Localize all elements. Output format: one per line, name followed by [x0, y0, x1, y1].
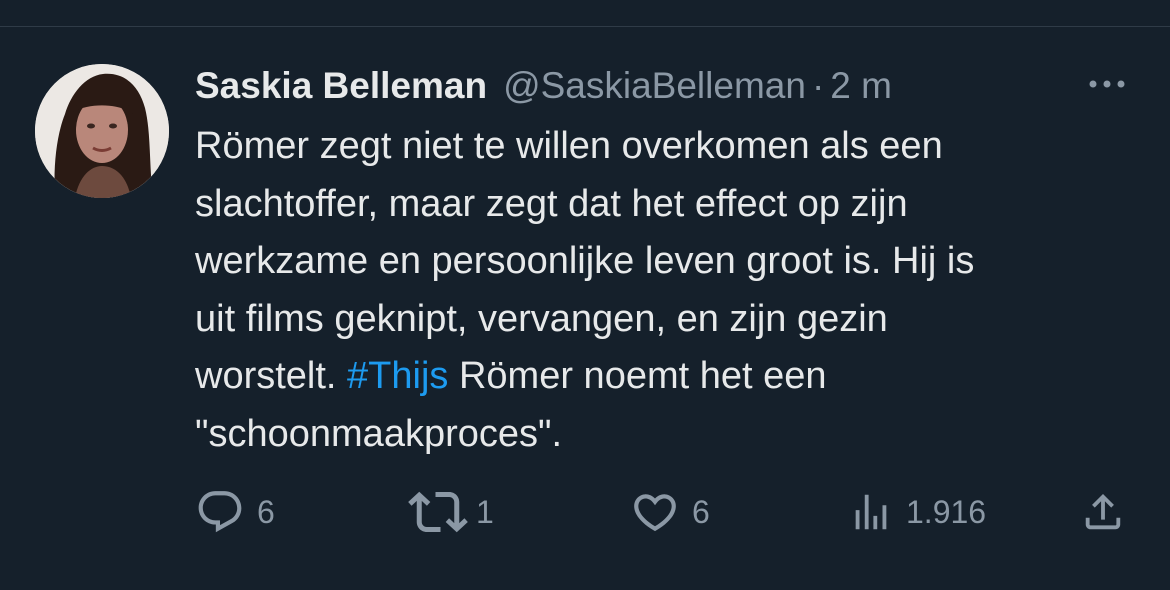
reply-button[interactable]: 6 [195, 482, 275, 542]
tweet-text-line: werkzame en persoonlijke leven groot is.… [195, 240, 975, 282]
tweet-text-segment: Römer noemt het een [458, 355, 827, 397]
like-button[interactable]: 6 [630, 482, 710, 542]
retweet-icon [408, 491, 468, 533]
reply-count: 6 [257, 493, 275, 530]
tweet-text-line: Römer zegt niet te willen overkomen als … [195, 125, 943, 167]
more-options-button[interactable] [1082, 66, 1132, 102]
retweet-button[interactable]: 1 [408, 482, 494, 542]
tweet-timestamp[interactable]: 2 m [830, 65, 892, 107]
views-button[interactable]: 1.916 [848, 482, 986, 542]
tweet-header: Saskia Belleman @SaskiaBelleman · 2 m [195, 62, 1075, 110]
views-chart-icon [855, 494, 887, 530]
author-name[interactable]: Saskia Belleman [195, 65, 487, 107]
reply-icon [198, 491, 242, 533]
tweet-text-line: worstelt. #Thijs Römer noemt het een [195, 348, 1145, 406]
action-bar: 6 1 6 1.916 [0, 482, 1170, 542]
more-horizontal-icon [1089, 80, 1125, 88]
view-count: 1.916 [906, 493, 987, 530]
share-icon [1085, 493, 1121, 530]
heart-icon [634, 494, 676, 532]
separator-dot: · [811, 65, 825, 106]
like-count: 6 [692, 493, 710, 530]
retweet-count: 1 [476, 493, 494, 530]
top-divider [0, 26, 1170, 27]
tweet-text-line: uit films geknipt, vervangen, en zijn ge… [195, 297, 888, 340]
avatar[interactable] [35, 64, 169, 198]
share-button[interactable] [1080, 482, 1126, 542]
hashtag-link[interactable]: #Thijs [347, 355, 448, 397]
avatar-portrait [35, 64, 169, 198]
tweet-text-segment: worstelt. [195, 355, 337, 397]
tweet-text: Römer zegt niet te willen overkomen als … [195, 118, 1145, 463]
tweet-text-line: "schoonmaakproces". [195, 412, 563, 455]
author-handle[interactable]: @SaskiaBelleman [503, 65, 806, 107]
tweet-text-line: slachtoffer, maar zegt dat het effect op… [195, 182, 908, 225]
